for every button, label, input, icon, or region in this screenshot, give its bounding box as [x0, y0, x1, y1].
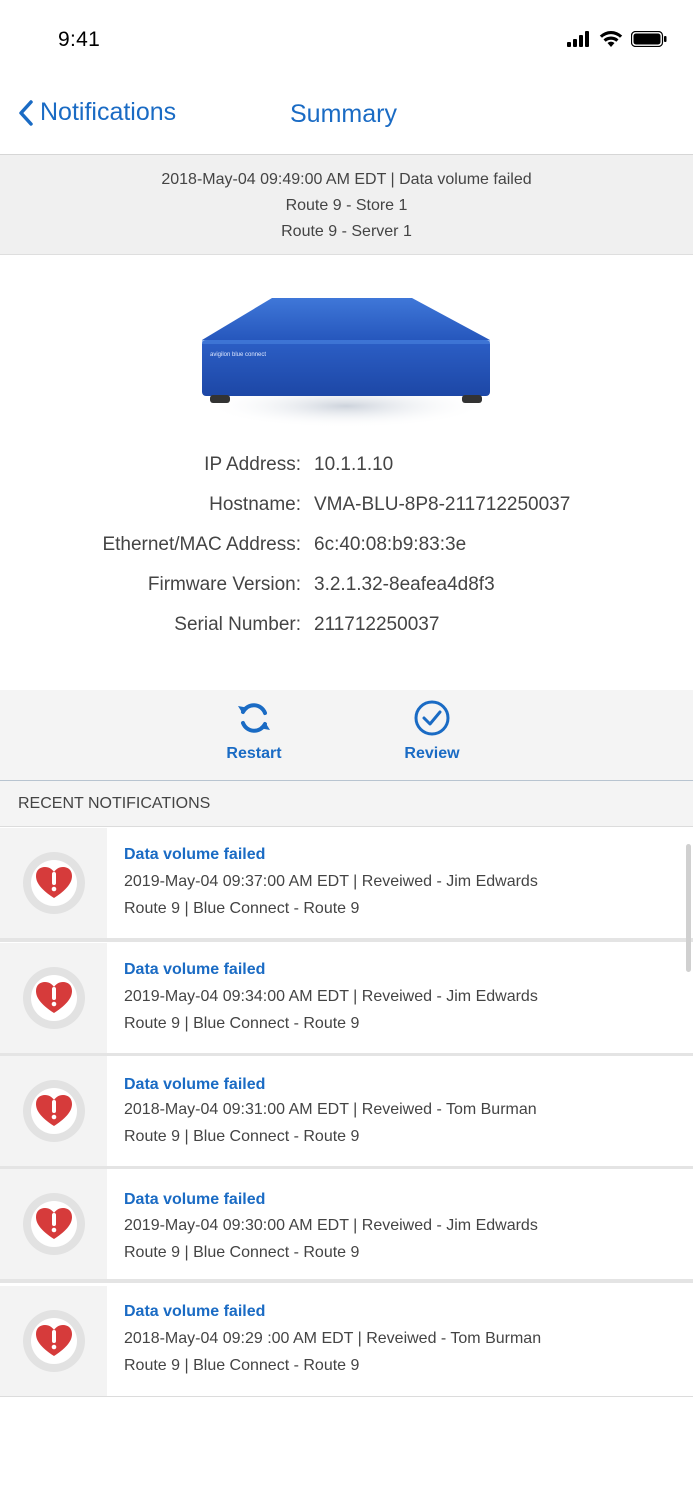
cellular-signal-icon	[567, 31, 589, 47]
info-row-hostname: Hostname: VMA-BLU-8P8-211712250037	[0, 494, 693, 534]
notification-location: Route 9 | Blue Connect - Route 9	[124, 1015, 360, 1032]
notification-icon-area	[0, 828, 107, 938]
status-icons	[567, 30, 667, 48]
notification-location: Route 9 | Blue Connect - Route 9	[124, 1357, 360, 1374]
restart-button[interactable]: Restart	[204, 698, 304, 763]
notification-title: Data volume failed	[124, 961, 266, 978]
review-button[interactable]: Review	[382, 698, 482, 763]
notification-icon-area	[0, 1056, 107, 1166]
notification-detail: 2018-May-04 09:31:00 AM EDT | Reveiwed -…	[124, 1101, 537, 1118]
notification-title: Data volume failed	[124, 846, 266, 863]
mac-address-value: 6c:40:08:b9:83:3e	[314, 534, 467, 555]
notification-detail: 2018-May-04 09:29 :00 AM EDT | Reveiwed …	[124, 1330, 542, 1347]
restart-label: Restart	[226, 745, 282, 762]
recent-notifications-header: RECENT NOTIFICATIONS	[0, 781, 693, 827]
notification-row[interactable]: Data volume failed 2019-May-04 09:30:00 …	[0, 1169, 693, 1283]
hostname-value: VMA-BLU-8P8-211712250037	[314, 494, 571, 515]
notification-title: Data volume failed	[124, 1303, 266, 1320]
notification-location: Route 9 | Blue Connect - Route 9	[124, 900, 360, 917]
notification-row[interactable]: Data volume failed 2019-May-04 09:37:00 …	[0, 828, 693, 942]
notification-detail: 2019-May-04 09:34:00 AM EDT | Reveiwed -…	[124, 988, 538, 1005]
notification-icon-area	[0, 943, 107, 1053]
status-time: 9:41	[58, 28, 101, 51]
event-summary: 2018-May-04 09:49:00 AM EDT | Data volum…	[0, 155, 693, 255]
notification-detail: 2019-May-04 09:37:00 AM EDT | Reveiwed -…	[124, 873, 538, 890]
page-title: Summary	[290, 100, 397, 128]
hostname-label: Hostname:	[209, 494, 301, 515]
alert-heart-icon	[23, 1193, 85, 1255]
alert-heart-icon	[23, 852, 85, 914]
notification-row[interactable]: Data volume failed 2018-May-04 09:31:00 …	[0, 1056, 693, 1170]
chevron-left-icon	[19, 99, 33, 126]
alert-heart-icon	[23, 1310, 85, 1372]
back-button[interactable]: Notifications	[18, 98, 176, 127]
notification-location: Route 9 | Blue Connect - Route 9	[124, 1128, 360, 1145]
ip-address-value: 10.1.1.10	[314, 454, 394, 475]
navigation-bar: Notifications Summary	[0, 84, 693, 155]
wifi-icon	[599, 31, 623, 47]
battery-icon	[631, 31, 667, 47]
serial-number-label: Serial Number:	[174, 614, 301, 635]
notification-row[interactable]: Data volume failed 2018-May-04 09:29 :00…	[0, 1286, 693, 1397]
info-row-mac: Ethernet/MAC Address: 6c:40:08:b9:83:3e	[0, 534, 693, 574]
summary-event-line: 2018-May-04 09:49:00 AM EDT | Data volum…	[161, 171, 532, 188]
summary-server-line: Route 9 - Server 1	[281, 223, 412, 240]
check-circle-icon	[414, 700, 450, 736]
serial-number-value: 211712250037	[314, 614, 440, 635]
alert-heart-icon	[23, 1080, 85, 1142]
ip-address-label: IP Address:	[204, 454, 301, 475]
notification-detail: 2019-May-04 09:30:00 AM EDT | Reveiwed -…	[124, 1217, 538, 1234]
firmware-version-value: 3.2.1.32-8eafea4d8f3	[314, 574, 495, 595]
summary-site-line: Route 9 - Store 1	[285, 197, 408, 214]
restart-icon	[238, 703, 270, 733]
mac-address-label: Ethernet/MAC Address:	[102, 534, 301, 555]
info-row-firmware: Firmware Version: 3.2.1.32-8eafea4d8f3	[0, 574, 693, 614]
notification-icon-area	[0, 1169, 107, 1279]
scrollbar[interactable]	[686, 844, 691, 972]
back-button-label: Notifications	[40, 98, 177, 126]
notification-title: Data volume failed	[124, 1191, 266, 1208]
notification-location: Route 9 | Blue Connect - Route 9	[124, 1244, 360, 1261]
info-row-ip: IP Address: 10.1.1.10	[0, 454, 693, 494]
alert-heart-icon	[23, 967, 85, 1029]
device-brand-text: avigilon blue connect	[210, 352, 266, 358]
info-row-serial: Serial Number: 211712250037	[0, 614, 693, 654]
review-label: Review	[404, 745, 460, 762]
notification-title: Data volume failed	[124, 1076, 266, 1093]
firmware-version-label: Firmware Version:	[147, 574, 301, 595]
device-image: avigilon blue connect	[202, 298, 490, 428]
action-bar: Restart Review	[0, 690, 693, 781]
status-bar: 9:41	[0, 0, 693, 80]
notification-row[interactable]: Data volume failed 2019-May-04 09:34:00 …	[0, 943, 693, 1057]
notification-icon-area	[0, 1286, 107, 1396]
